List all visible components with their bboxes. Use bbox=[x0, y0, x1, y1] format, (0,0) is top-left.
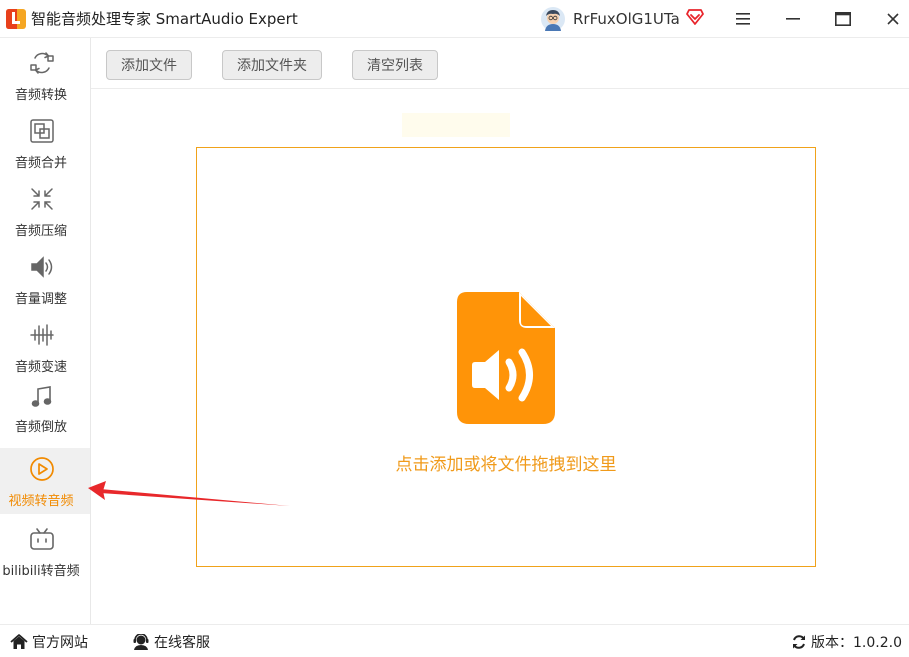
version-label: 版本：1.0.2.0 bbox=[811, 635, 902, 651]
sidebar-item-volume-adjust[interactable]: 音量调整 bbox=[0, 246, 90, 312]
sidebar-item-label: 音频倒放 bbox=[14, 420, 67, 435]
sidebar-item-label: 音频转换 bbox=[14, 88, 67, 103]
avatar[interactable] bbox=[541, 7, 565, 31]
minimize-icon bbox=[786, 18, 800, 20]
maximize-icon bbox=[835, 12, 851, 26]
refresh-icon bbox=[793, 635, 805, 649]
sidebar-item-video-to-audio[interactable]: 视频转音频 bbox=[0, 448, 90, 514]
minimize-button[interactable] bbox=[781, 7, 805, 31]
sidebar-item-label: 视频转音频 bbox=[8, 494, 74, 509]
username[interactable]: RrFuxOlG1UTa bbox=[573, 9, 680, 29]
toolbar-divider bbox=[91, 88, 909, 89]
clear-list-button[interactable]: 清空列表 bbox=[352, 50, 438, 80]
volume-icon bbox=[29, 254, 55, 280]
compress-icon bbox=[29, 186, 55, 212]
home-icon bbox=[10, 634, 28, 649]
drop-hint-text: 点击添加或将文件拖拽到这里 bbox=[395, 455, 617, 475]
hamburger-icon bbox=[736, 13, 750, 25]
app-logo-icon bbox=[6, 9, 26, 29]
highlight-strip bbox=[402, 113, 510, 137]
app-title: 智能音频处理专家 SmartAudio Expert bbox=[31, 10, 298, 28]
official-website-label: 官方网站 bbox=[32, 635, 88, 651]
sidebar-item-audio-merge[interactable]: 音频合并 bbox=[0, 110, 90, 176]
audio-file-icon bbox=[457, 292, 555, 424]
sidebar-item-label: 音频合并 bbox=[14, 156, 67, 171]
close-button[interactable] bbox=[881, 7, 905, 31]
sidebar-item-audio-compress[interactable]: 音频压缩 bbox=[0, 178, 90, 244]
speed-icon bbox=[29, 322, 55, 348]
convert-icon bbox=[29, 50, 55, 76]
official-website-link[interactable]: 官方网站 bbox=[10, 633, 88, 651]
version-info[interactable]: 版本：1.0.2.0 bbox=[791, 633, 902, 651]
title-bar: 智能音频处理专家 SmartAudio Expert RrFuxOlG1UTa bbox=[0, 0, 909, 38]
add-folder-button[interactable]: 添加文件夹 bbox=[222, 50, 322, 80]
merge-icon bbox=[29, 118, 55, 144]
sidebar-item-audio-speed[interactable]: 音频变速 bbox=[0, 314, 90, 380]
customer-service-icon bbox=[133, 634, 149, 650]
sidebar-item-label: 音频变速 bbox=[14, 360, 67, 375]
status-bar: 官方网站 在线客服 版本：1.0.2.0 bbox=[0, 624, 909, 657]
menu-button[interactable] bbox=[731, 7, 755, 31]
sidebar-item-audio-convert[interactable]: 音频转换 bbox=[0, 42, 90, 108]
maximize-button[interactable] bbox=[831, 7, 855, 31]
sidebar-item-label: bilibili转音频 bbox=[2, 564, 80, 579]
play-circle-icon bbox=[29, 456, 55, 482]
music-note-icon bbox=[29, 384, 55, 410]
sidebar-item-bilibili-to-audio[interactable]: bilibili转音频 bbox=[0, 518, 90, 584]
bilibili-tv-icon bbox=[29, 526, 55, 552]
file-drop-zone[interactable]: 点击添加或将文件拖拽到这里 bbox=[196, 147, 816, 567]
sidebar-item-label: 音量调整 bbox=[14, 292, 67, 307]
vip-diamond-icon[interactable] bbox=[686, 8, 704, 26]
close-icon bbox=[887, 13, 899, 25]
add-file-button[interactable]: 添加文件 bbox=[106, 50, 192, 80]
online-service-link[interactable]: 在线客服 bbox=[132, 633, 210, 651]
app-window: 智能音频处理专家 SmartAudio Expert RrFuxOlG1UTa bbox=[0, 0, 909, 657]
sidebar-item-audio-reverse[interactable]: 音频倒放 bbox=[0, 376, 90, 442]
sidebar-item-label: 音频压缩 bbox=[14, 224, 67, 239]
sidebar: 音频转换 音频合并 音频压缩 音量调整 音频变速 音频倒放 视频转音频 bili… bbox=[0, 38, 91, 624]
online-service-label: 在线客服 bbox=[154, 635, 210, 651]
